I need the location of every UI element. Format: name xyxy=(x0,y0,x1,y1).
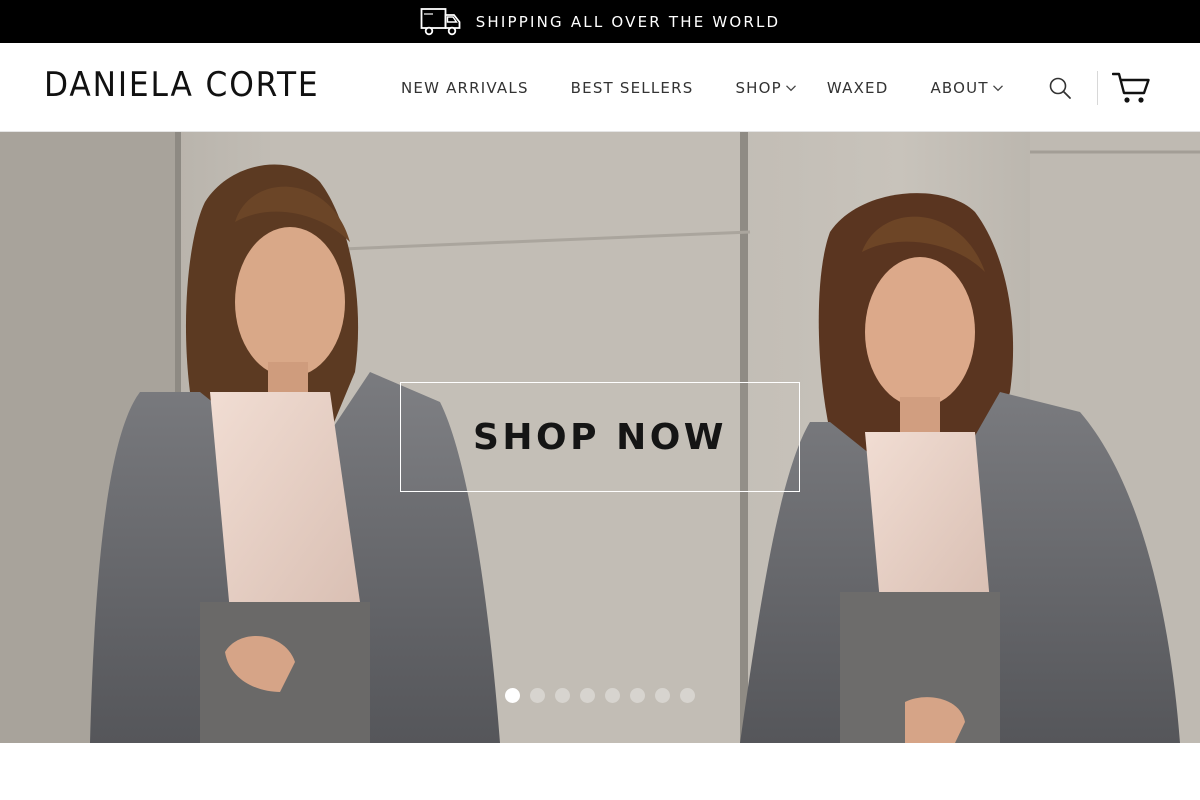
content-below-hero xyxy=(0,743,1200,800)
announcement-bar: SHIPPING ALL OVER THE WORLD xyxy=(0,0,1200,43)
chevron-down-icon xyxy=(992,84,1003,91)
slider-dot[interactable] xyxy=(530,688,545,703)
slider-dot[interactable] xyxy=(680,688,695,703)
shop-now-button[interactable]: SHOP NOW xyxy=(400,382,800,492)
slider-dot[interactable] xyxy=(555,688,570,703)
slider-dot[interactable] xyxy=(580,688,595,703)
site-header: DANIELA CORTE NEW ARRIVALS BEST SELLERS … xyxy=(0,43,1200,132)
nav-label: SHOP xyxy=(735,78,782,97)
nav-about[interactable]: ABOUT xyxy=(930,79,1003,97)
main-nav: NEW ARRIVALS BEST SELLERS SHOP WAXED ABO… xyxy=(401,43,1004,132)
site-logo[interactable]: DANIELA CORTE xyxy=(44,65,320,105)
nav-label: BEST SELLERS xyxy=(570,78,694,97)
chevron-down-icon xyxy=(785,84,796,91)
slider-dots xyxy=(505,688,695,703)
nav-new-arrivals[interactable]: NEW ARRIVALS xyxy=(401,79,529,97)
header-divider xyxy=(1097,70,1098,105)
slider-dot[interactable] xyxy=(630,688,645,703)
hero-banner[interactable]: SHOP NOW xyxy=(0,132,1200,743)
shop-now-label: SHOP NOW xyxy=(472,416,728,458)
nav-label: WAXED xyxy=(826,78,889,97)
cart-icon[interactable] xyxy=(1112,71,1150,105)
slider-dot[interactable] xyxy=(605,688,620,703)
nav-best-sellers[interactable]: BEST SELLERS xyxy=(571,79,694,97)
search-icon[interactable] xyxy=(1048,76,1072,100)
nav-waxed[interactable]: WAXED xyxy=(827,79,889,97)
header-actions xyxy=(1048,43,1150,132)
truck-icon xyxy=(420,7,461,35)
nav-shop[interactable]: SHOP xyxy=(735,79,796,97)
announcement-text: SHIPPING ALL OVER THE WORLD xyxy=(475,12,781,31)
slider-dot[interactable] xyxy=(655,688,670,703)
nav-label: ABOUT xyxy=(930,78,989,97)
nav-label: NEW ARRIVALS xyxy=(401,78,529,97)
slider-dot[interactable] xyxy=(505,688,520,703)
